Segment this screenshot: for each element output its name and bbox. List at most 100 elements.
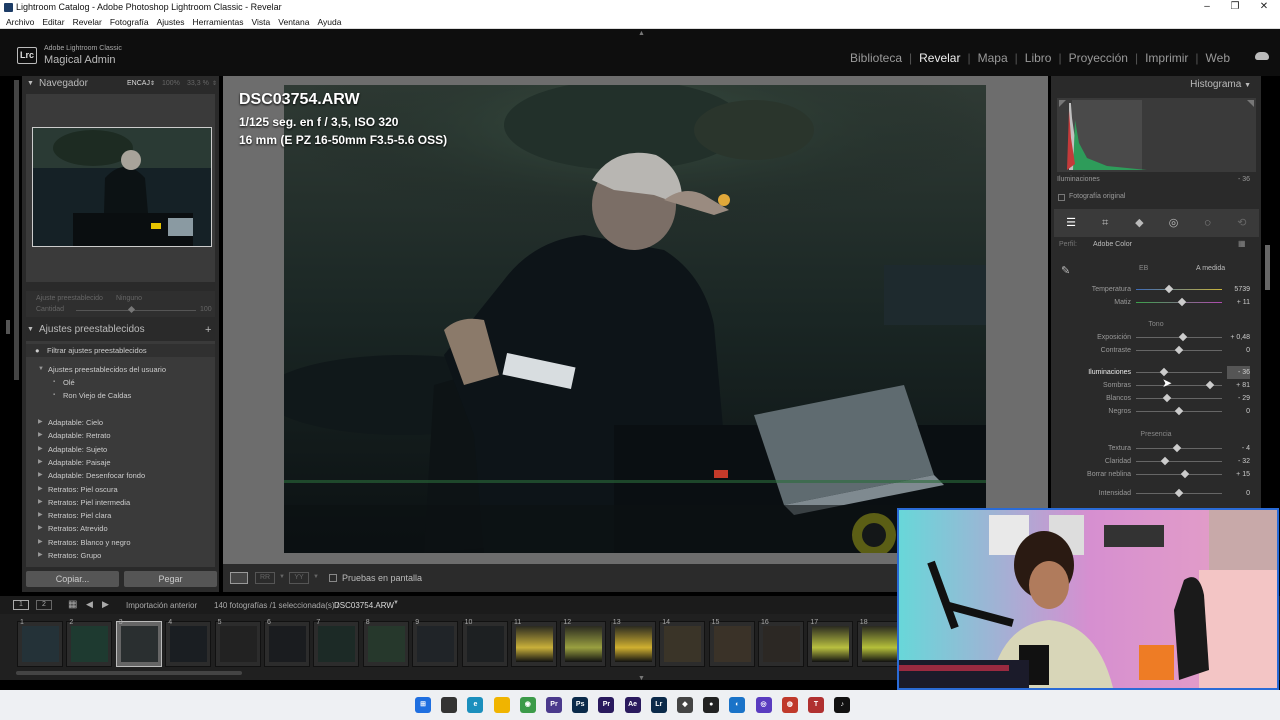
left-scrollbar[interactable]	[14, 80, 19, 380]
menu-item[interactable]: Archivo	[6, 17, 34, 27]
navigator-header[interactable]: ▼ Navegador ENCAJ ⇕ 100% 33,3 % ⇕	[22, 76, 219, 92]
navigator-preview-area[interactable]	[26, 94, 215, 282]
presets-header[interactable]: ▼ Ajustes preestablecidos +	[22, 322, 219, 338]
forward-arrow-icon[interactable]: ▶	[102, 599, 109, 610]
soft-proof-checkbox[interactable]	[329, 574, 337, 582]
original-photo-checkbox[interactable]	[1058, 194, 1065, 201]
module-5[interactable]: Imprimir	[1145, 51, 1188, 65]
windows-start-icon[interactable]: ⊞	[415, 697, 431, 713]
filmstrip-thumbnail[interactable]: 18	[856, 619, 903, 667]
zoom-100-option[interactable]: 100%	[162, 76, 180, 92]
filmstrip-thumbnail[interactable]: 5	[214, 619, 261, 667]
slider-value[interactable]: - 4	[1227, 442, 1250, 455]
zoom-custom-dropdown-icon[interactable]: ⇕	[212, 76, 217, 92]
amount-slider-knob[interactable]	[127, 305, 136, 314]
left-panel-toggle[interactable]	[6, 320, 10, 334]
navigator-preview-image[interactable]	[32, 127, 212, 247]
filmstrip-thumbnail[interactable]: 3	[115, 619, 162, 667]
photoshop-icon[interactable]: Ps	[572, 697, 589, 713]
masking-icon[interactable]: ◌	[1201, 216, 1215, 230]
collapse-top-icon[interactable]: ▲	[638, 30, 645, 37]
profile-browser-icon[interactable]: ▦	[1238, 239, 1246, 248]
heal-icon[interactable]: ◆	[1132, 216, 1146, 230]
filmstrip-thumbnail[interactable]: 6	[264, 619, 310, 667]
filmstrip-thumbnail[interactable]: 11	[511, 619, 557, 667]
app-red-icon[interactable]: ◍	[781, 697, 798, 713]
minimize-icon[interactable]: –	[1200, 1, 1214, 13]
crop-icon[interactable]: ⌗	[1098, 216, 1112, 230]
app-dark-icon[interactable]	[441, 697, 458, 713]
module-6[interactable]: Web	[1206, 51, 1230, 65]
edit-sliders-icon[interactable]: ☰	[1064, 216, 1078, 230]
slider-value[interactable]: + 0,48	[1227, 331, 1250, 344]
slider-value[interactable]: + 11	[1227, 296, 1250, 309]
slider-knob[interactable]	[1180, 469, 1190, 479]
slider-knob[interactable]	[1160, 456, 1170, 466]
preset-group[interactable]: ▶ Retratos: Piel oscura	[26, 483, 215, 496]
histogram[interactable]	[1057, 98, 1256, 172]
preset-item[interactable]: ▪ Ron Viejo de Caldas	[26, 389, 215, 402]
histogram-header[interactable]: Histograma ▼	[1190, 79, 1251, 90]
cloud-icon[interactable]	[1255, 52, 1269, 60]
menu-item[interactable]: Revelar	[73, 17, 102, 27]
filmstrip-thumbnail[interactable]: 2	[66, 619, 113, 667]
chevron-down-icon[interactable]: ▼	[279, 574, 285, 580]
slider-value[interactable]: 0	[1227, 344, 1250, 357]
paste-button[interactable]: Pegar	[124, 571, 217, 587]
slider-value[interactable]: + 81	[1227, 379, 1250, 392]
slider-track[interactable]	[1136, 372, 1222, 373]
filmstrip-thumbnail[interactable]: 8	[362, 619, 409, 667]
profile-value[interactable]: Adobe Color	[1093, 241, 1132, 248]
menu-item[interactable]: Ayuda	[317, 17, 341, 27]
menu-item[interactable]: Ajustes	[157, 17, 185, 27]
filmstrip-thumbnail[interactable]: 7	[313, 619, 360, 667]
loupe-view-icon[interactable]	[230, 572, 248, 584]
slider-value[interactable]: 0	[1227, 405, 1250, 418]
preset-group[interactable]: ▶ Adaptable: Retrato	[26, 429, 215, 442]
zoom-custom-option[interactable]: 33,3 %	[187, 76, 209, 92]
filmstrip-thumbnail[interactable]: 16	[758, 619, 804, 667]
maximize-icon[interactable]: ❐	[1228, 1, 1242, 13]
amount-slider[interactable]	[76, 310, 196, 311]
filmstrip-thumbnail[interactable]: 13	[609, 619, 656, 667]
slider-knob[interactable]	[1177, 297, 1186, 307]
preset-group[interactable]: ▶ Adaptable: Desenfocar fondo	[26, 469, 215, 482]
slider-knob[interactable]	[1174, 406, 1184, 416]
menu-item[interactable]: Fotografía	[110, 17, 149, 27]
app-purple-icon[interactable]: ◎	[755, 697, 772, 713]
preset-filter-field[interactable]: ● Filtrar ajustes preestablecidos	[26, 344, 215, 357]
wb-value[interactable]: A medida	[1196, 265, 1225, 272]
preset-group[interactable]: ▶ Retratos: Blanco y negro	[26, 536, 215, 549]
chrome-icon[interactable]: ◉	[519, 697, 536, 713]
slider-knob[interactable]	[1164, 284, 1173, 294]
github-icon[interactable]: ●	[703, 697, 720, 713]
back-arrow-icon[interactable]: ◀	[86, 599, 93, 610]
slider-knob[interactable]	[1174, 488, 1184, 498]
tiktok-icon[interactable]: ♪	[834, 697, 851, 713]
filmstrip-thumbnail[interactable]: 4	[165, 619, 212, 667]
slider-value[interactable]: + 15	[1227, 468, 1250, 481]
slider-value[interactable]: - 36	[1227, 366, 1250, 379]
module-3[interactable]: Libro	[1025, 51, 1052, 65]
close-icon[interactable]: ✕	[1257, 1, 1271, 13]
slider-knob[interactable]	[1173, 443, 1182, 453]
app-blue-icon[interactable]: ◐	[729, 697, 746, 713]
filmstrip-thumbnail[interactable]: 10	[461, 619, 508, 667]
preset-item[interactable]: ▪ Olé	[26, 376, 215, 389]
slider-value[interactable]: - 32	[1227, 455, 1250, 468]
slider-knob[interactable]	[1162, 393, 1172, 403]
add-preset-icon[interactable]: +	[205, 322, 211, 338]
slider-track[interactable]	[1136, 398, 1222, 399]
lightroom-icon[interactable]: Lr	[650, 697, 667, 713]
module-1[interactable]: Revelar	[919, 51, 960, 65]
menu-item[interactable]: Ventana	[278, 17, 309, 27]
filmstrip-source[interactable]: Importación anterior	[126, 601, 197, 610]
module-0[interactable]: Biblioteca	[850, 51, 902, 65]
after-effects-icon[interactable]: Ae	[624, 697, 641, 713]
presets-icon[interactable]: ⟲	[1235, 216, 1249, 230]
slider-knob[interactable]	[1174, 345, 1184, 355]
zoom-fit-option[interactable]: ENCAJ	[127, 76, 150, 92]
premiere-dark-icon[interactable]: Pr	[546, 697, 562, 713]
filmstrip-thumbnail[interactable]: 17	[807, 619, 854, 667]
zoom-dropdown-icon[interactable]: ⇕	[150, 76, 155, 92]
